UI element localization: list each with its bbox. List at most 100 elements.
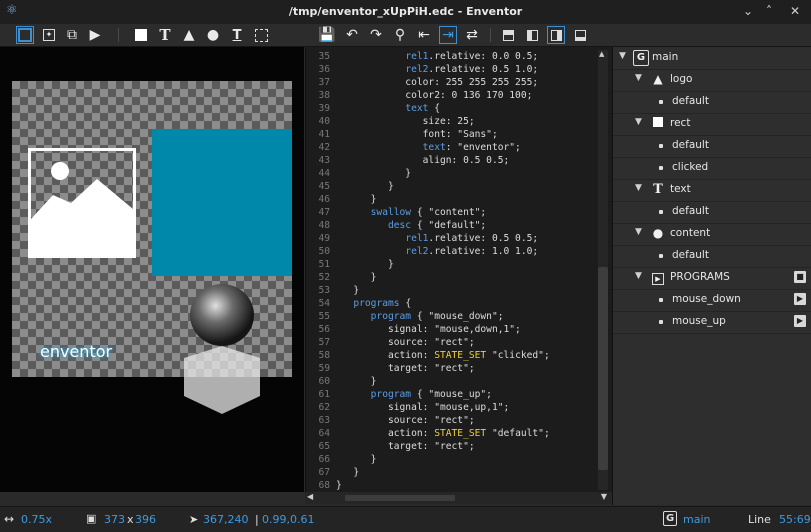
- code-text: rel2.relative: 0.5 1.0;: [405, 64, 539, 75]
- tree-part-row[interactable]: ▼ Ttext: [613, 179, 811, 202]
- code-line[interactable]: 45 }: [306, 180, 596, 193]
- code-line[interactable]: 61 program { "mouse_up";: [306, 388, 596, 401]
- tree-state-label: clicked: [672, 161, 709, 173]
- find-icon[interactable]: ⚲: [391, 26, 409, 44]
- code-line[interactable]: 43 align: 0.5 0.5;: [306, 154, 596, 167]
- console-toggle-icon[interactable]: [499, 26, 517, 44]
- line-number: 38: [318, 90, 330, 101]
- save-icon[interactable]: 💾: [318, 26, 336, 44]
- redo-icon[interactable]: ↷: [367, 26, 385, 44]
- code-line[interactable]: 35 rel1.relative: 0.0 0.5;: [306, 50, 596, 63]
- code-line[interactable]: 67 }: [306, 466, 596, 479]
- preview-text-part[interactable]: enventor: [40, 342, 112, 361]
- editor-horizontal-scrollbar[interactable]: ◀ ▼: [305, 492, 611, 504]
- code-line[interactable]: 48 desc { "default";: [306, 219, 596, 232]
- part-highlight-icon[interactable]: [16, 26, 34, 44]
- goto-line-icon[interactable]: ⇤: [415, 26, 433, 44]
- chevron-down-icon[interactable]: ▼: [635, 117, 642, 127]
- code-line[interactable]: 62 signal: "mouse,up,1";: [306, 401, 596, 414]
- insert-rect-icon[interactable]: [132, 26, 150, 44]
- play-program-icon[interactable]: ▶: [794, 315, 806, 327]
- code-line[interactable]: 49 rel1.relative: 0.5 0.5;: [306, 232, 596, 245]
- code-line[interactable]: 52 }: [306, 271, 596, 284]
- tree-part-label: PROGRAMS: [670, 271, 730, 283]
- code-line[interactable]: 65 target: "rect";: [306, 440, 596, 453]
- statusbar-toggle-icon[interactable]: [571, 26, 589, 44]
- editor-scroll-thumb[interactable]: [598, 267, 608, 470]
- preview-rect-part[interactable]: [152, 129, 292, 276]
- code-line[interactable]: 55 program { "mouse_down";: [306, 310, 596, 323]
- tree-programs-row[interactable]: ▼ ▶ PROGRAMS ■: [613, 267, 811, 290]
- scroll-left-icon[interactable]: ◀: [307, 492, 313, 501]
- tools-toggle-icon[interactable]: [547, 26, 565, 44]
- insert-text-icon[interactable]: T: [156, 26, 174, 44]
- chevron-down-icon[interactable]: ▼: [635, 183, 642, 193]
- h-scroll-thumb[interactable]: [345, 495, 455, 501]
- tree-part-row[interactable]: ▼ ● content: [613, 223, 811, 246]
- code-line[interactable]: 41 font: "Sans";: [306, 128, 596, 141]
- tree-state-row[interactable]: default: [613, 91, 811, 114]
- maximize-icon[interactable]: ˄: [766, 4, 772, 18]
- undo-icon[interactable]: ↶: [343, 26, 361, 44]
- stop-all-programs-icon[interactable]: ■: [794, 271, 806, 283]
- code-line[interactable]: 44 }: [306, 167, 596, 180]
- code-line[interactable]: 66 }: [306, 453, 596, 466]
- auto-indent-icon[interactable]: ⇄: [463, 26, 481, 44]
- tree-state-row[interactable]: clicked: [613, 157, 811, 180]
- tree-state-row[interactable]: default: [613, 135, 811, 158]
- code-line[interactable]: 54 programs {: [306, 297, 596, 310]
- chevron-down-icon[interactable]: ▼: [635, 73, 642, 83]
- scroll-down-icon[interactable]: ▼: [601, 492, 607, 501]
- insert-spacer-icon[interactable]: [252, 26, 270, 44]
- zoom-icon[interactable]: ↔: [4, 512, 14, 526]
- code-line[interactable]: 68}: [306, 479, 596, 492]
- code-text: size: 25;: [336, 116, 475, 127]
- code-line[interactable]: 47 swallow { "content";: [306, 206, 596, 219]
- chevron-down-icon[interactable]: ▼: [635, 271, 642, 281]
- code-line[interactable]: 58 action: STATE_SET "clicked";: [306, 349, 596, 362]
- line-number-icon[interactable]: ⇥: [439, 26, 457, 44]
- code-line[interactable]: 56 signal: "mouse,down,1";: [306, 323, 596, 336]
- mirror-mode-icon[interactable]: ▶​: [86, 26, 104, 44]
- preview-logo-part[interactable]: [28, 148, 136, 258]
- scroll-up-icon[interactable]: ▲: [599, 50, 604, 58]
- zoom-value[interactable]: 0.75x: [21, 513, 52, 526]
- play-program-icon[interactable]: ▶: [794, 293, 806, 305]
- code-line[interactable]: 36 rel2.relative: 0.5 1.0;: [306, 63, 596, 76]
- minimize-icon[interactable]: ⌄: [743, 4, 753, 18]
- code-line[interactable]: 38 color2: 0 136 170 100;: [306, 89, 596, 102]
- insert-swallow-icon[interactable]: ●: [204, 26, 222, 44]
- tree-program-row[interactable]: mouse_up ▶: [613, 311, 811, 334]
- code-line[interactable]: 57 source: "rect";: [306, 336, 596, 349]
- chevron-down-icon[interactable]: ▼: [619, 51, 626, 61]
- code-line[interactable]: 59 target: "rect";: [306, 362, 596, 375]
- close-icon[interactable]: ✕: [790, 4, 800, 18]
- code-line[interactable]: 37 color: 255 255 255 255;: [306, 76, 596, 89]
- code-editor[interactable]: 35 rel1.relative: 0.0 0.5; 36 rel2.relati…: [305, 47, 612, 492]
- tree-state-row[interactable]: default: [613, 201, 811, 224]
- code-line[interactable]: 46 }: [306, 193, 596, 206]
- code-line[interactable]: 40 size: 25;: [306, 115, 596, 128]
- editor-toggle-icon[interactable]: [523, 26, 541, 44]
- code-line[interactable]: 64 action: STATE_SET "default";: [306, 427, 596, 440]
- logo-image-icon: [31, 162, 133, 255]
- dummy-swallow-icon[interactable]: ✦: [40, 26, 58, 44]
- wireframes-icon[interactable]: ⧉: [63, 26, 81, 44]
- code-line[interactable]: 60 }: [306, 375, 596, 388]
- code-text: signal: "mouse,down,1";: [336, 324, 521, 335]
- insert-image-icon[interactable]: ▲: [180, 26, 198, 44]
- tree-group-row[interactable]: ▼ G main: [613, 47, 811, 70]
- tree-state-row[interactable]: default: [613, 245, 811, 268]
- code-line[interactable]: 50 rel2.relative: 1.0 1.0;: [306, 245, 596, 258]
- tree-part-row[interactable]: ▼ ▲ logo: [613, 69, 811, 92]
- tree-part-row[interactable]: ▼ rect: [613, 113, 811, 136]
- tree-program-row[interactable]: mouse_down ▶: [613, 289, 811, 312]
- code-line[interactable]: 39 text {: [306, 102, 596, 115]
- insert-textblock-icon[interactable]: T: [228, 26, 246, 44]
- line-number: 67: [318, 467, 330, 478]
- code-line[interactable]: 51 }: [306, 258, 596, 271]
- code-line[interactable]: 42 text: "enventor";: [306, 141, 596, 154]
- code-line[interactable]: 53 }: [306, 284, 596, 297]
- code-line[interactable]: 63 source: "rect";: [306, 414, 596, 427]
- chevron-down-icon[interactable]: ▼: [635, 227, 642, 237]
